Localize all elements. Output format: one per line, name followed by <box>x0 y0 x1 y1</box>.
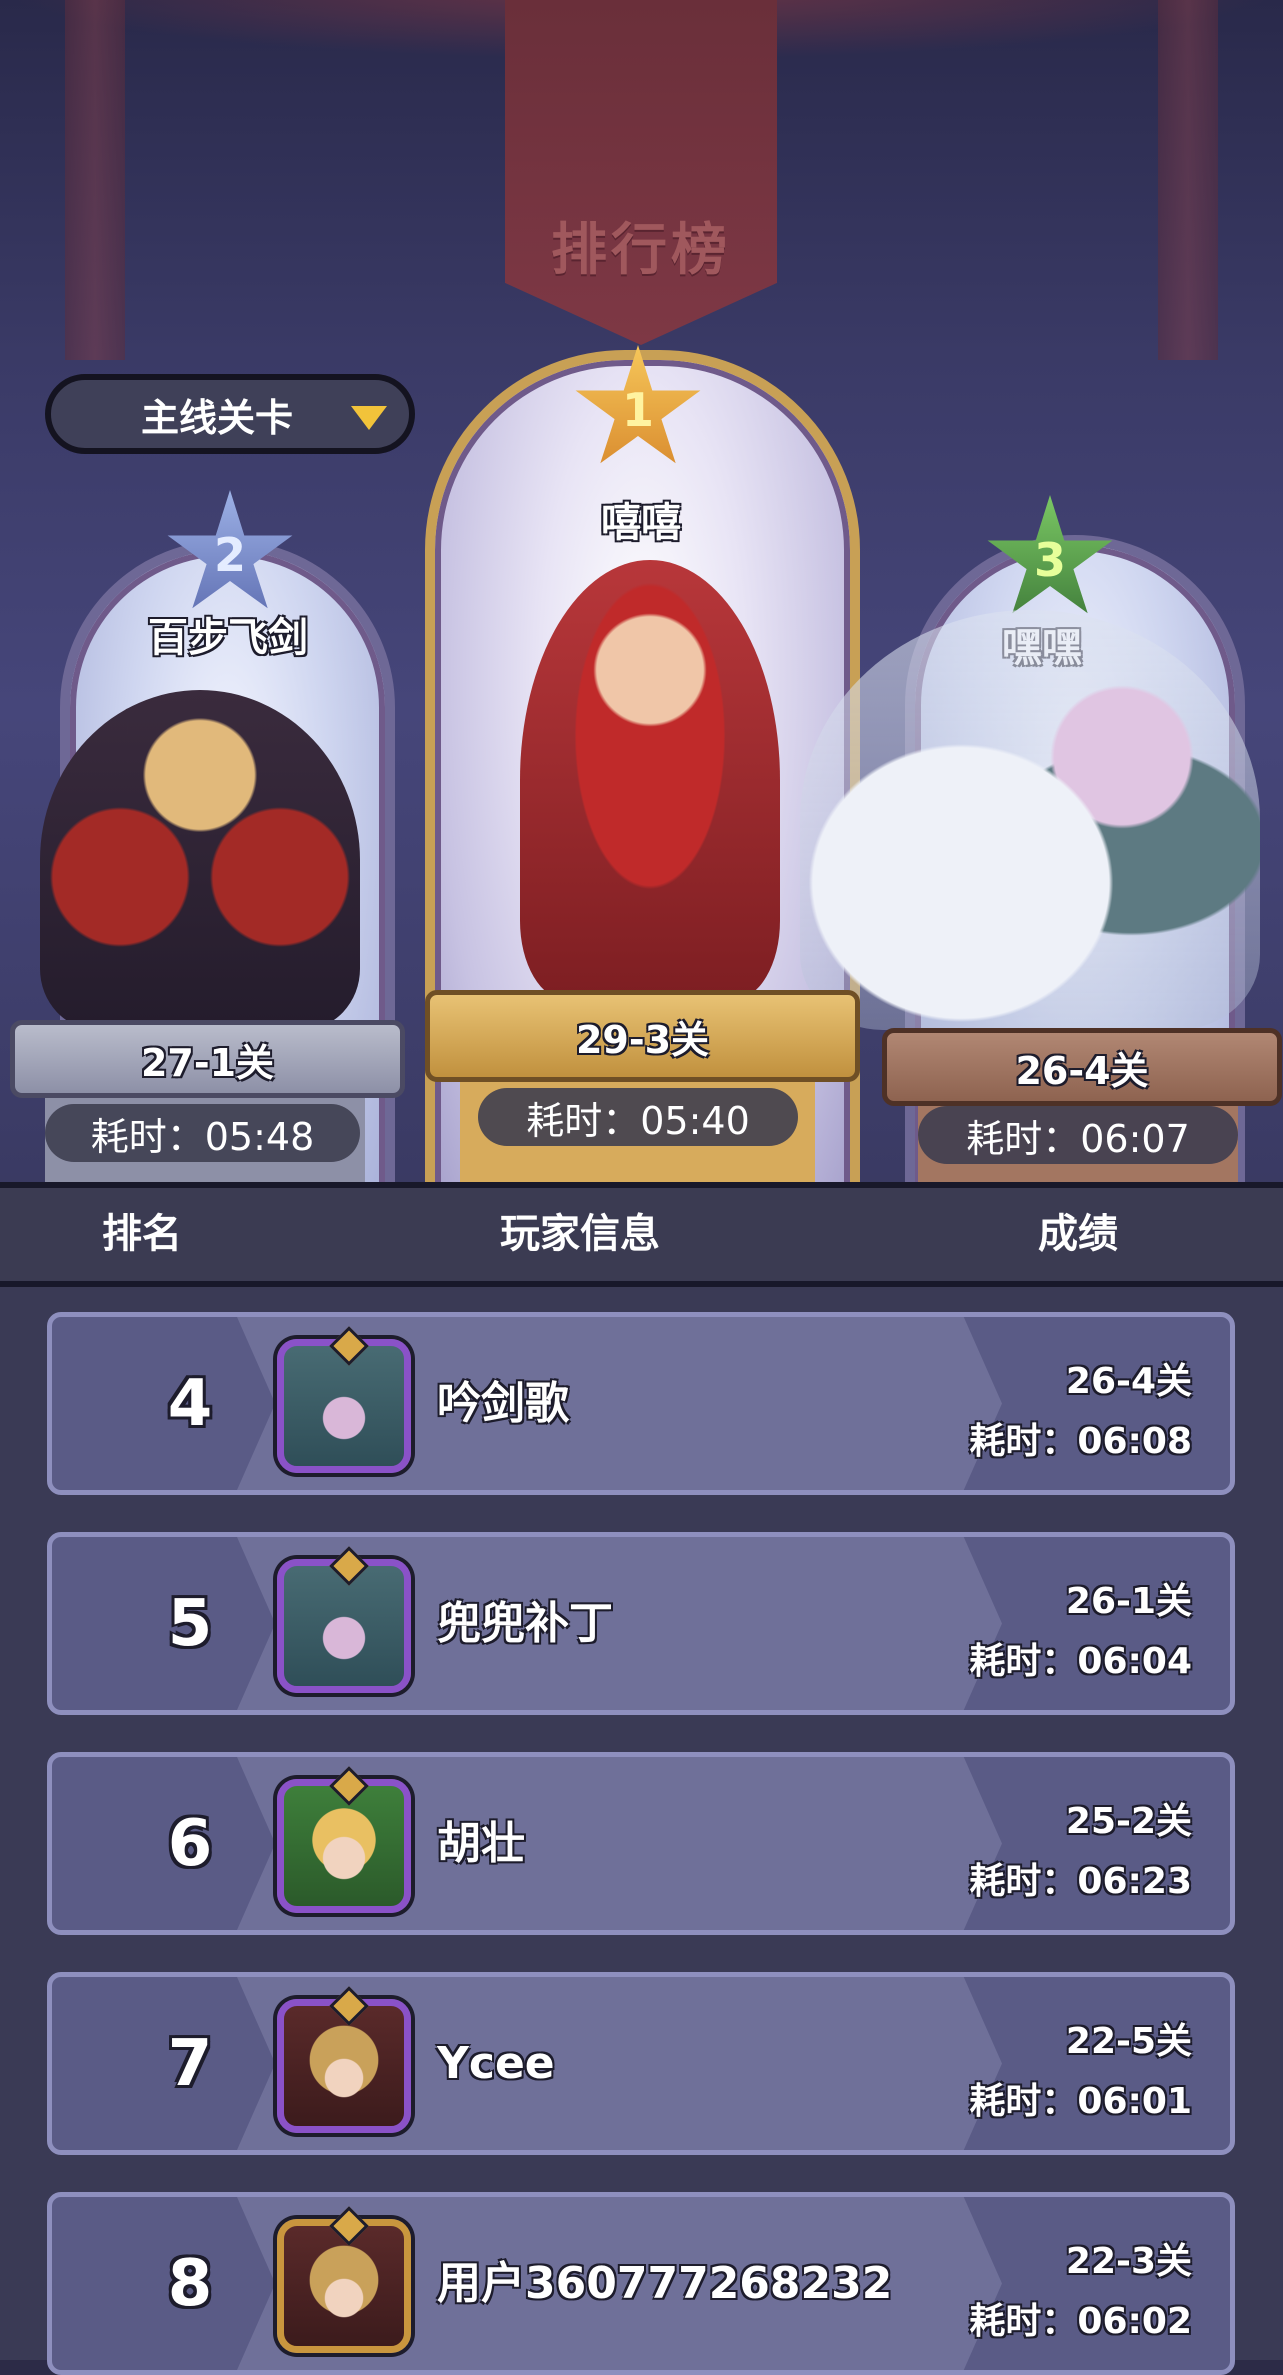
header-score: 成绩 <box>1038 1211 1118 1257</box>
podium-area: 排行榜 1 2 3 嘻嘻 百步飞剑 嘿嘿 27-1关 29-3关 26-4关 耗… <box>0 0 1283 1182</box>
player-avatar[interactable] <box>277 1546 411 1693</box>
podium-2-name: 百步飞剑 <box>148 615 308 661</box>
row-stage: 22-3关 <box>1065 2241 1192 2282</box>
row-rank: 6 <box>167 1806 213 1881</box>
row-rank: 8 <box>167 2246 213 2321</box>
row-rank: 4 <box>167 1366 213 1441</box>
page-title: 排行榜 <box>551 218 731 283</box>
player-name: 用户360777268232 <box>437 2258 893 2309</box>
row-stage: 26-1关 <box>1065 1581 1192 1622</box>
player-avatar[interactable] <box>277 2206 411 2353</box>
podium-3-stage: 26-4关 <box>882 1028 1282 1106</box>
ranking-list[interactable]: 4 吟剑歌 26-4关 耗时：06:08 5 兜兜补丁 26-1关 耗时：06:… <box>0 1287 1283 2375</box>
curtain-right <box>1158 0 1218 360</box>
podium-3-time: 耗时：06:07 <box>918 1106 1238 1164</box>
table-row[interactable]: 4 吟剑歌 26-4关 耗时：06:08 <box>47 1312 1235 1495</box>
row-stage: 22-5关 <box>1065 2021 1192 2062</box>
table-row[interactable]: 6 胡壮 25-2关 耗时：06:23 <box>47 1752 1235 1935</box>
player-name: 吟剑歌 <box>437 1378 569 1429</box>
row-stage: 25-2关 <box>1065 1801 1192 1842</box>
row-time: 耗时：06:04 <box>969 1641 1192 1682</box>
mode-dropdown-label: 主线关卡 <box>141 395 294 440</box>
podium-1-name: 嘻嘻 <box>601 500 681 546</box>
table-row[interactable]: 5 兜兜补丁 26-1关 耗时：06:04 <box>47 1532 1235 1715</box>
player-avatar[interactable] <box>277 1326 411 1473</box>
podium-3-hero-avatar[interactable] <box>800 610 1260 1030</box>
table-row[interactable]: 8 用户360777268232 22-3关 耗时：06:02 <box>47 2192 1235 2375</box>
player-name: Ycee <box>437 2038 555 2089</box>
mode-dropdown[interactable]: 主线关卡 <box>45 374 415 454</box>
row-time: 耗时：06:01 <box>969 2081 1192 2122</box>
player-avatar[interactable] <box>277 1986 411 2133</box>
row-time: 耗时：06:23 <box>969 1861 1192 1902</box>
podium-2-hero-avatar[interactable] <box>40 690 360 1030</box>
curtain-left <box>65 0 125 360</box>
player-avatar[interactable] <box>277 1766 411 1913</box>
row-stage: 26-4关 <box>1065 1361 1192 1402</box>
row-time: 耗时：06:02 <box>969 2301 1192 2342</box>
table-header: 排名 玩家信息 成绩 <box>0 1182 1283 1287</box>
podium-1-hero-avatar[interactable] <box>520 560 780 1000</box>
triangle-down-icon <box>351 406 387 430</box>
row-rank: 5 <box>167 1586 213 1661</box>
row-time: 耗时：06:08 <box>969 1421 1192 1462</box>
podium-2-time: 耗时：05:48 <box>45 1104 360 1162</box>
title-banner: 排行榜 <box>505 0 777 345</box>
row-rank: 7 <box>167 2026 213 2101</box>
podium-1-time: 耗时：05:40 <box>478 1088 798 1146</box>
header-rank: 排名 <box>102 1211 182 1257</box>
podium-2-stage: 27-1关 <box>10 1020 405 1098</box>
player-name: 兜兜补丁 <box>437 1598 613 1649</box>
player-name: 胡壮 <box>437 1818 525 1869</box>
table-row[interactable]: 7 Ycee 22-5关 耗时：06:01 <box>47 1972 1235 2155</box>
header-player-info: 玩家信息 <box>500 1211 660 1257</box>
podium-1-stage: 29-3关 <box>425 990 860 1082</box>
